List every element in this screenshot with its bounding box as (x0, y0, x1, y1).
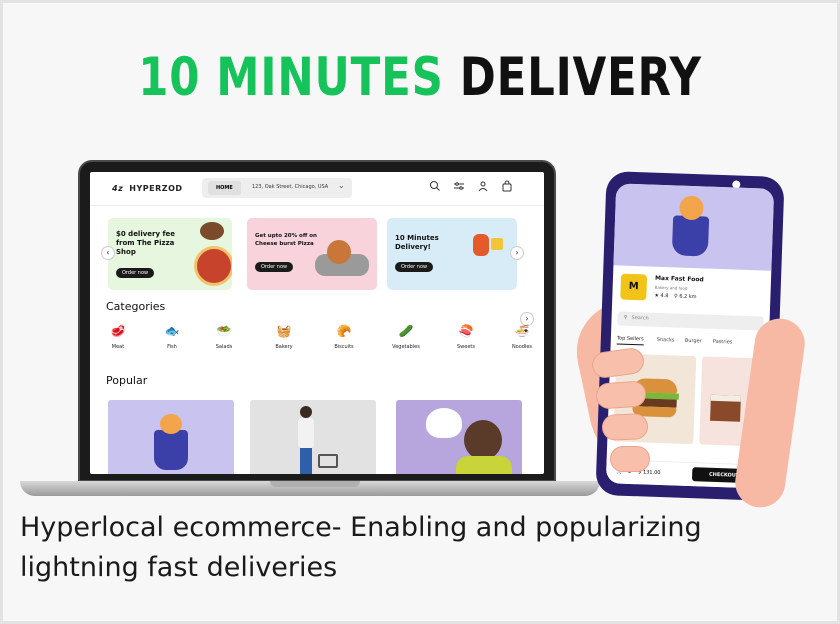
bag-icon[interactable] (500, 180, 514, 194)
promo-banner-10min[interactable]: 10 Minutes Delivery! Order now (387, 218, 517, 290)
logo-mark: 4z (112, 184, 124, 193)
popular-card-shopper[interactable] (250, 400, 376, 474)
category-meat[interactable]: 🥩 Meat (98, 322, 138, 350)
order-now-button[interactable]: Order now (395, 262, 434, 272)
category-biscuits[interactable]: 🥐 Biscuits (324, 322, 364, 350)
salad-icon: 🥗 (216, 324, 232, 338)
address-text: 123, Oak Street, Chicago, USA (252, 184, 329, 190)
address-selector[interactable]: HOME 123, Oak Street, Chicago, USA ⌄ (202, 178, 352, 198)
category-label: Noodles (511, 344, 533, 350)
search-placeholder: Search (631, 314, 649, 322)
category-label: Bakery (275, 344, 293, 350)
shopper-head-image (300, 406, 312, 418)
headline-green: 10 MINUTES (138, 47, 444, 108)
tab-snacks[interactable]: Snacks (657, 337, 675, 344)
banner-title: 10 Minutes Delivery! (395, 234, 439, 251)
category-vegetables[interactable]: 🥒 Vegetables (386, 322, 426, 350)
fish-icon: 🐟 (164, 324, 180, 338)
phone-notch (666, 176, 707, 184)
headline-black: DELIVERY (459, 47, 702, 108)
store-logo: M (620, 273, 648, 301)
store-name: Max Fast Food (654, 274, 704, 284)
chevron-down-icon[interactable]: ⌄ (338, 181, 345, 190)
logo[interactable]: 4z HYPERZOD (112, 184, 183, 193)
location-pin-icon: ⚲ (673, 293, 678, 300)
person-image (464, 420, 502, 460)
category-label: Vegetables (392, 344, 420, 350)
store-banner (613, 183, 775, 271)
pizza-image (194, 246, 232, 286)
sushi-icon: 🍣 (458, 324, 474, 338)
cucumber-icon: 🥒 (398, 324, 414, 338)
user-icon[interactable] (476, 180, 490, 194)
category-sweets[interactable]: 🍣 Sweets (446, 322, 486, 350)
category-fish[interactable]: 🐟 Fish (152, 322, 192, 350)
rating: 4.8 (660, 292, 669, 300)
hand-finger-image (595, 380, 647, 410)
search-input[interactable]: ⚲ Search (617, 311, 764, 331)
noodle-cup-image (154, 430, 188, 470)
banner-next-arrow[interactable]: › (510, 246, 524, 260)
hand-finger-image (601, 413, 649, 441)
store-subtitle: Bakery and food (654, 284, 688, 291)
laptop-notch (270, 481, 360, 487)
person-image (327, 240, 351, 264)
caption: Hyperlocal ecommerce- Enabling and popul… (20, 512, 702, 583)
promo-banner-cheese[interactable]: Get upto 20% off on Cheese burst Pizza O… (247, 218, 377, 290)
top-navbar: 4z HYPERZOD HOME 123, Oak Street, Chicag… (90, 172, 544, 206)
hand-finger-image (610, 446, 650, 472)
search-icon: ⚲ (623, 314, 628, 321)
package-image (491, 238, 503, 250)
order-now-button[interactable]: Order now (255, 262, 294, 272)
noodles-icon: 🍜 (514, 324, 530, 338)
store-meta: ★ 4.8 ⚲ 6.2 km (654, 293, 696, 300)
tab-top-sellers[interactable]: Top Sellers (616, 335, 644, 346)
noodle-cup-image (671, 215, 710, 257)
cake-image (710, 394, 741, 422)
category-label: Biscuits (334, 344, 354, 350)
banner-title: $0 delivery fee from The Pizza Shop (116, 230, 176, 256)
banner-title: Get upto 20% off on Cheese burst Pizza (255, 233, 317, 247)
tab-pastries[interactable]: Pastries (713, 339, 733, 346)
laptop-screen: 4z HYPERZOD HOME 123, Oak Street, Chicag… (90, 172, 544, 474)
search-icon[interactable] (428, 180, 442, 194)
cart-image (318, 454, 338, 468)
sliders-icon[interactable] (452, 180, 466, 194)
category-salads[interactable]: 🥗 Salads (204, 322, 244, 350)
meat-icon: 🥩 (110, 324, 126, 338)
popular-card-dog[interactable] (396, 400, 522, 474)
category-label: Salads (215, 344, 233, 350)
home-button[interactable]: HOME (208, 181, 241, 195)
banner-prev-arrow[interactable]: ‹ (101, 246, 115, 260)
category-bakery[interactable]: 🧺 Bakery (264, 322, 304, 350)
noodle-character-image (160, 414, 182, 434)
popular-card-noodles[interactable] (108, 400, 234, 474)
category-label: Fish (167, 344, 177, 350)
tab-burger[interactable]: Burger (685, 338, 702, 345)
category-label: Sweets (457, 344, 475, 350)
shopper-legs-image (300, 448, 312, 474)
popular-title: Popular (106, 374, 148, 387)
dog-image (426, 408, 462, 438)
person-shirt-image (456, 456, 512, 474)
bakery-icon: 🧺 (276, 324, 292, 338)
star-icon: ★ (654, 292, 659, 299)
categories-title: Categories (106, 300, 166, 313)
shopper-body-image (298, 418, 314, 448)
promo-banner-pizza[interactable]: $0 delivery fee from The Pizza Shop Orde… (108, 218, 232, 290)
bowl-image (200, 222, 224, 240)
logo-text: HYPERZOD (129, 184, 183, 193)
headline: 10 MINUTES DELIVERY (76, 48, 765, 108)
category-noodles[interactable]: 🍜 Noodles (502, 322, 542, 350)
category-label: Meat (111, 344, 125, 350)
order-now-button[interactable]: Order now (116, 268, 155, 278)
courier-image (473, 234, 489, 256)
distance: 6.2 km (679, 293, 697, 301)
croissant-icon: 🥐 (336, 324, 352, 338)
